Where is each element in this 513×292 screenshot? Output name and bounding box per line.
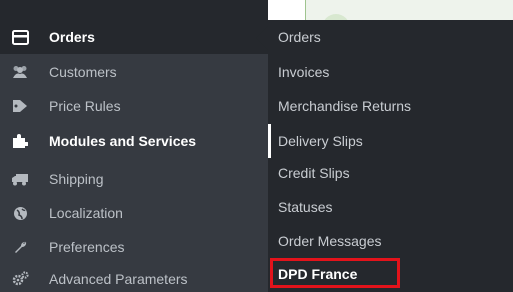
submenu-item-delivery-slips[interactable]: Delivery Slips (268, 124, 513, 158)
customers-icon (11, 63, 29, 81)
gears-icon (11, 270, 29, 288)
truck-icon (11, 170, 29, 188)
sidebar-item-label: Orders (49, 29, 95, 45)
orders-icon (11, 28, 29, 46)
sidebar-item-advanced-parameters[interactable]: Advanced Parameters (0, 262, 268, 292)
hover-indicator (268, 124, 271, 158)
sidebar-top-strip (0, 0, 268, 20)
submenu-pointer (256, 26, 268, 50)
sidebar-item-label: Price Rules (49, 98, 121, 114)
puzzle-icon (11, 132, 29, 150)
submenu-item-statuses[interactable]: Statuses (268, 190, 513, 224)
sidebar-item-label: Modules and Services (49, 133, 197, 149)
sidebar-item-label: Localization (49, 205, 123, 221)
sidebar-item-modules[interactable]: Modules and Services (0, 124, 268, 158)
sidebar-item-preferences[interactable]: Preferences (0, 230, 268, 264)
price-tag-icon (11, 97, 29, 115)
highlight-box (270, 258, 400, 288)
sidebar-item-localization[interactable]: Localization (0, 196, 268, 230)
submenu-item-merchandise-returns[interactable]: Merchandise Returns (268, 89, 513, 123)
sidebar-item-label: Shipping (49, 171, 104, 187)
submenu-item-orders[interactable]: Orders (268, 20, 513, 54)
sidebar-item-price-rules[interactable]: Price Rules (0, 89, 268, 123)
admin-sidebar: Orders Customers Price Rules Modules and… (0, 0, 268, 292)
globe-icon (11, 204, 29, 222)
submenu-item-invoices[interactable]: Invoices (268, 55, 513, 89)
sidebar-item-label: Preferences (49, 239, 125, 255)
sidebar-item-label: Customers (49, 64, 117, 80)
sidebar-item-shipping[interactable]: Shipping (0, 162, 268, 196)
submenu-item-credit-slips[interactable]: Credit Slips (268, 156, 513, 190)
submenu-item-order-messages[interactable]: Order Messages (268, 224, 513, 258)
wrench-icon (11, 238, 29, 256)
sidebar-item-label: Advanced Parameters (49, 271, 188, 287)
sidebar-item-orders[interactable]: Orders (0, 20, 268, 54)
sidebar-item-customers[interactable]: Customers (0, 55, 268, 89)
orders-submenu: Orders Invoices Merchandise Returns Deli… (268, 20, 513, 292)
